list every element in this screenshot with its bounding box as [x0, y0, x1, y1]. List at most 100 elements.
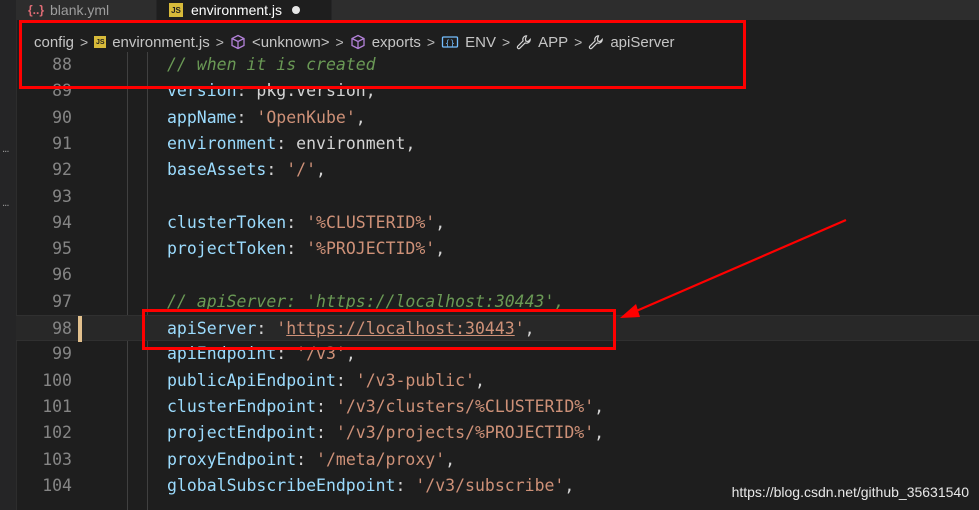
tab-label: blank.yml: [50, 2, 110, 18]
code-string: '/': [286, 160, 317, 180]
svg-text:{}: {}: [445, 39, 455, 48]
line-number: 97: [52, 291, 72, 311]
code-text: clusterEndpoint: '/v3/clusters/%CLUSTERI…: [167, 394, 604, 420]
code-punctuation: ,: [345, 344, 356, 364]
code-line[interactable]: 94 clusterToken: '%CLUSTERID%',: [16, 210, 979, 236]
chevron-right-icon: >: [215, 34, 224, 50]
chevron-right-icon: >: [335, 34, 344, 50]
code-property: proxyEndpoint: [167, 449, 297, 469]
code-punctuation: ,: [316, 160, 326, 180]
breadcrumb-item-apiserver[interactable]: apiServer: [588, 34, 675, 51]
code-line[interactable]: 96: [16, 262, 979, 288]
line-number: 95: [52, 239, 72, 259]
breadcrumb-item-app[interactable]: APP: [516, 34, 568, 51]
code-punctuation: ,: [445, 449, 456, 469]
namespace-braces-icon: {}: [441, 34, 459, 50]
line-number: 96: [52, 265, 72, 285]
line-number: 98: [52, 319, 72, 338]
code-identifier: pkg.version: [256, 81, 366, 101]
code-string: '/v3/projects/%PROJECTID%': [335, 423, 595, 443]
unsaved-dot-icon[interactable]: [292, 6, 301, 14]
code-string: '%PROJECTID%': [306, 239, 436, 259]
code-text: // when it is created: [167, 52, 376, 78]
code-text: publicApiEndpoint: '/v3-public',: [167, 368, 485, 394]
code-punctuation: :: [286, 239, 307, 259]
code-string: ': [514, 319, 525, 338]
code-line[interactable]: 101 clusterEndpoint: '/v3/clusters/%CLUST…: [16, 394, 979, 420]
code-punctuation: ,: [594, 423, 605, 443]
code-string: ': [276, 319, 287, 338]
code-punctuation: :: [236, 81, 257, 101]
code-editor[interactable]: 88 // when it is created 89 version: pkg.ve…: [16, 52, 979, 510]
code-punctuation: :: [276, 344, 297, 364]
modified-line-marker: [78, 316, 82, 342]
code-comment: // apiServer: 'https://localhost:30443',: [167, 291, 565, 311]
code-line[interactable]: 102 projectEndpoint: '/v3/projects/%PROJE…: [16, 420, 979, 446]
wrench-icon: [588, 34, 604, 50]
code-line[interactable]: 89 version: pkg.version,: [16, 78, 979, 104]
code-property: publicApiEndpoint: [167, 370, 336, 390]
code-text: // apiServer: 'https://localhost:30443',: [167, 289, 564, 315]
editor-tabs: {..} blank.yml JS environment.js: [16, 0, 979, 20]
breadcrumb-item-file[interactable]: JS environment.js: [94, 34, 210, 51]
code-property: globalSubscribeEndpoint: [167, 475, 396, 495]
chevron-right-icon: >: [501, 34, 511, 50]
code-line[interactable]: 103 proxyEndpoint: '/meta/proxy',: [16, 447, 979, 473]
code-line[interactable]: 91 environment: environment,: [16, 131, 979, 157]
line-number: 104: [42, 475, 72, 495]
code-line[interactable]: 88 // when it is created: [16, 52, 979, 78]
code-string: '/v3': [296, 344, 346, 364]
code-punctuation: :: [335, 370, 356, 390]
code-string: 'OpenKube': [256, 107, 356, 127]
code-property: clusterToken: [167, 212, 287, 232]
code-text: baseAssets: '/',: [167, 157, 326, 183]
line-number: 100: [42, 370, 72, 390]
line-number: 102: [42, 423, 72, 443]
breadcrumb-item-config[interactable]: config: [34, 34, 74, 51]
tab-environment-js[interactable]: JS environment.js: [157, 0, 332, 20]
code-property: projectToken: [167, 239, 287, 259]
line-number: 92: [52, 160, 72, 180]
code-punctuation: :: [266, 160, 287, 180]
code-line[interactable]: 93: [16, 184, 979, 210]
chevron-right-icon: >: [80, 34, 89, 50]
breadcrumb-item-exports[interactable]: exports: [350, 34, 421, 51]
tab-blank-yml[interactable]: {..} blank.yml: [16, 0, 157, 20]
tab-label: environment.js: [191, 2, 283, 18]
code-text: version: pkg.version,: [167, 78, 376, 104]
code-punctuation: ,: [474, 370, 485, 390]
code-property: clusterEndpoint: [167, 396, 317, 416]
line-number: 88: [52, 55, 72, 74]
code-line[interactable]: 98 apiServer: 'https://localhost:30443',: [16, 315, 979, 342]
code-text: apiEndpoint: '/v3',: [167, 341, 356, 367]
code-line[interactable]: 97 // apiServer: 'https://localhost:30443…: [16, 289, 979, 315]
code-punctuation: ,: [594, 396, 605, 416]
chevron-right-icon: >: [426, 34, 436, 50]
code-punctuation: ,: [524, 319, 535, 338]
code-string: '/v3/clusters/%CLUSTERID%': [335, 396, 595, 416]
more-dots-icon: ···: [2, 201, 9, 212]
js-file-icon: JS: [94, 36, 107, 48]
code-punctuation: ,: [435, 212, 446, 232]
breadcrumb-item-env[interactable]: {} ENV: [441, 34, 496, 51]
code-text: clusterToken: '%CLUSTERID%',: [167, 210, 445, 236]
js-file-icon: JS: [169, 3, 183, 17]
code-line[interactable]: 100 publicApiEndpoint: '/v3-public',: [16, 368, 979, 394]
code-punctuation: :: [316, 423, 336, 443]
code-text: projectToken: '%PROJECTID%',: [167, 236, 445, 262]
code-string: '/v3-public': [355, 370, 475, 390]
side-bar-edge: ··· ···: [0, 0, 17, 510]
code-punctuation: :: [256, 319, 277, 338]
breadcrumb-item-unknown[interactable]: <unknown>: [230, 34, 330, 51]
line-number: 90: [52, 107, 72, 127]
code-line[interactable]: 90 appName: 'OpenKube',: [16, 105, 979, 131]
code-property: baseAssets: [167, 160, 267, 180]
line-number: 103: [42, 449, 72, 469]
code-punctuation: :: [296, 449, 317, 469]
code-line[interactable]: 92 baseAssets: '/',: [16, 157, 979, 183]
code-line[interactable]: 95 projectToken: '%PROJECTID%',: [16, 236, 979, 262]
line-number: 89: [52, 81, 72, 101]
code-punctuation: :: [316, 396, 336, 416]
code-line[interactable]: 99 apiEndpoint: '/v3',: [16, 341, 979, 367]
code-string: '%CLUSTERID%': [306, 212, 436, 232]
